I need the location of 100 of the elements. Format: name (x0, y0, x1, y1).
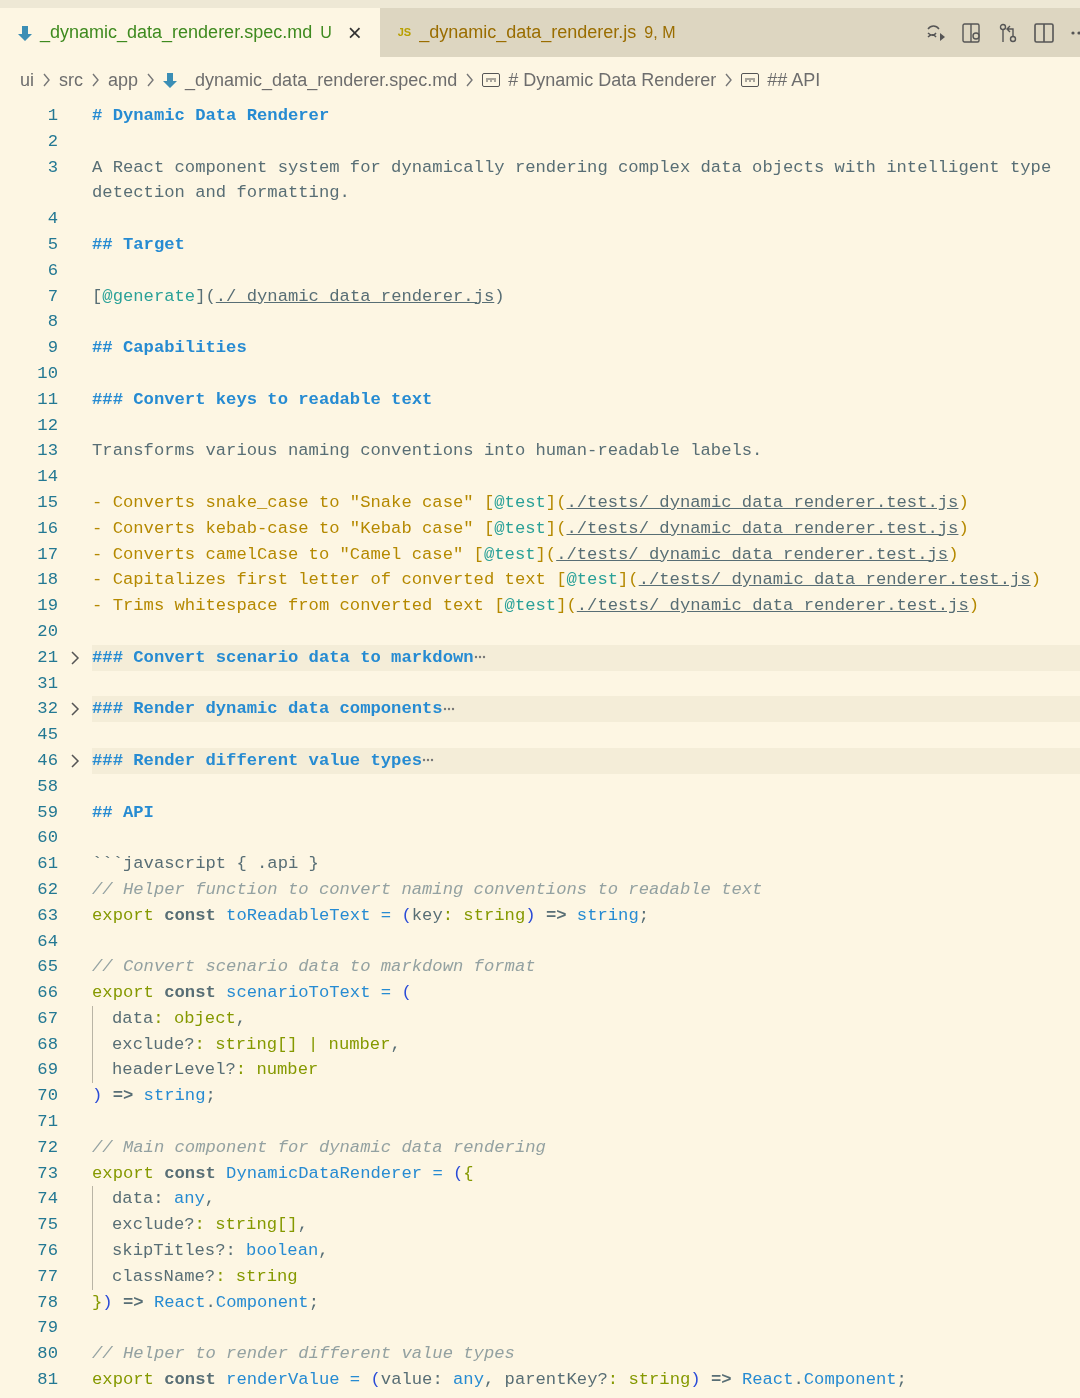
line-number: 76 (36, 1240, 58, 1263)
chevron-icon (465, 73, 475, 87)
link[interactable]: ./tests/_dynamic_data_renderer.test.js (638, 570, 1031, 590)
editor-tab[interactable]: JS _dynamic_data_renderer.js 9, M (379, 8, 690, 57)
code-line: Transforms various naming conventions into human-readable labels. (92, 441, 763, 461)
line-number: 31 (36, 672, 58, 695)
fold-chevron-icon[interactable] (70, 650, 80, 665)
code-line: ### Convert scenario data to markdown (92, 647, 474, 667)
string-symbol-icon (482, 73, 501, 87)
code-line: skipTitles?: boolean, (112, 1241, 329, 1261)
code-line: - Converts camelCase to "Camel case" [@test](./tests/_dynamic_data_renderer.test.js) (92, 544, 959, 564)
breadcrumb-item[interactable]: ui (20, 66, 34, 94)
js-file-icon: JS (397, 24, 412, 41)
code-line: // Convert scenario data to markdown format (92, 957, 536, 977)
code-line: ### Render different value types (92, 750, 423, 770)
code-line: headerLevel?: number (112, 1060, 319, 1080)
code-line: className?: string (112, 1266, 298, 1286)
folded-region[interactable]: ### Render dynamic data components (92, 696, 1080, 723)
code-line: [@generate](./_dynamic_data_renderer.js) (92, 286, 505, 306)
line-number: 17 (36, 543, 58, 566)
ellipsis-icon[interactable] (442, 705, 455, 712)
fold-chevron-icon[interactable] (70, 702, 80, 717)
folded-region[interactable]: ### Convert scenario data to markdown (92, 644, 1080, 671)
link[interactable]: ./tests/_dynamic_data_renderer.test.js (566, 518, 959, 538)
chevron-icon (42, 73, 51, 87)
line-number: 45 (36, 724, 58, 747)
line-number: 81 (36, 1369, 58, 1392)
code-line: // Main component for dynamic data rendering (92, 1137, 546, 1157)
line-number: 71 (36, 1111, 58, 1134)
line-number: 75 (36, 1214, 58, 1237)
code-line: - Converts snake_case to "Snake case" [@test](./tests/_dynamic_data_renderer.test.js) (92, 492, 969, 512)
code-line: // Helper to render different value types (92, 1344, 515, 1364)
code-line: ## API (92, 802, 154, 822)
code-line: ) => string; (92, 1086, 216, 1106)
chevron-icon (146, 73, 156, 87)
line-number: 46 (36, 749, 58, 772)
line-number: 64 (36, 930, 58, 953)
ellipsis-icon[interactable] (473, 654, 486, 661)
string-symbol-icon (741, 73, 760, 87)
line-number: 9 (46, 337, 58, 360)
tab-label: _dynamic_data_renderer.js (419, 21, 637, 45)
line-number: 4 (46, 208, 58, 231)
code-line: export const scenarioToText = ( (92, 983, 412, 1003)
line-number: 65 (36, 956, 58, 979)
code-line: ### Convert keys to readable text (92, 389, 433, 409)
line-number: 67 (36, 1007, 58, 1030)
link[interactable]: ./tests/_dynamic_data_renderer.test.js (576, 596, 969, 616)
wave-play-icon[interactable] (926, 22, 946, 43)
link[interactable]: ./tests/_dynamic_data_renderer.test.js (566, 492, 959, 512)
git-status: U (320, 22, 332, 43)
code-line: - Trims whitespace from converted text [@test](./tests/_dynamic_data_renderer.test.js) (92, 596, 980, 616)
code-line: data: object, (112, 1008, 247, 1028)
tab-label: _dynamic_data_renderer.spec.md (40, 21, 313, 45)
link[interactable]: ./tests/_dynamic_data_renderer.test.js (556, 544, 949, 564)
code-line: ### Render dynamic data components (92, 699, 443, 719)
breadcrumb-item[interactable]: _dynamic_data_renderer.spec.md (185, 66, 458, 94)
line-number: 79 (36, 1317, 58, 1340)
breadcrumb-item[interactable]: app (108, 66, 139, 94)
line-number: 70 (36, 1085, 58, 1108)
split-editor-icon[interactable] (1034, 22, 1054, 43)
code-line: # Dynamic Data Renderer (92, 106, 330, 125)
line-number: 3 (46, 156, 58, 179)
breadcrumb-item[interactable]: ## API (767, 66, 821, 94)
code-line: export const DynamicDataRenderer = ({ (92, 1163, 474, 1183)
line-number: 32 (36, 698, 58, 721)
line-number: 14 (36, 466, 58, 489)
line-number: 77 (36, 1265, 58, 1288)
breadcrumb-item[interactable]: # Dynamic Data Renderer (508, 66, 717, 94)
ellipsis-icon[interactable] (422, 757, 435, 764)
line-number: 80 (36, 1343, 58, 1366)
split-preview-icon[interactable] (962, 22, 982, 43)
folded-region[interactable]: ### Render different value types (92, 747, 1080, 774)
code-line: ## Target (92, 235, 185, 254)
download-arrow-icon (18, 24, 32, 41)
link[interactable]: ./_dynamic_data_renderer.js (215, 286, 495, 306)
line-number: 10 (36, 362, 58, 385)
line-number: 20 (36, 620, 58, 643)
line-number: 63 (36, 904, 58, 927)
code-line: ```javascript { .api } (92, 854, 319, 874)
chevron-icon (724, 73, 734, 87)
line-number: 1 (46, 105, 58, 127)
editor-tab[interactable]: _dynamic_data_renderer.spec.md U × (0, 8, 380, 57)
line-number: 7 (46, 285, 58, 308)
compare-changes-icon[interactable] (998, 22, 1018, 43)
line-number: 19 (36, 595, 58, 618)
line-number: 13 (36, 440, 58, 463)
code-line: exclude?: string[], (112, 1215, 308, 1235)
line-number: 68 (36, 1033, 58, 1056)
line-number: 58 (36, 775, 58, 798)
line-number: 11 (36, 388, 58, 411)
code-line: - Converts kebab-case to "Kebab case" [@test](./tests/_dynamic_data_renderer.test.js) (92, 518, 969, 538)
code-line: }) => React.Component; (92, 1292, 319, 1312)
code-line: - Capitalizes first letter of converted text [@test](./tests/_dynamic_data_renderer.test.js) (92, 570, 1041, 590)
fold-chevron-icon[interactable] (70, 753, 80, 768)
line-number: 74 (36, 1188, 58, 1211)
line-number: 16 (36, 517, 58, 540)
close-button[interactable]: × (343, 20, 366, 45)
code-line: ## Capabilities (92, 338, 247, 358)
line-number: 18 (36, 569, 58, 592)
breadcrumb-item[interactable]: src (59, 66, 83, 94)
